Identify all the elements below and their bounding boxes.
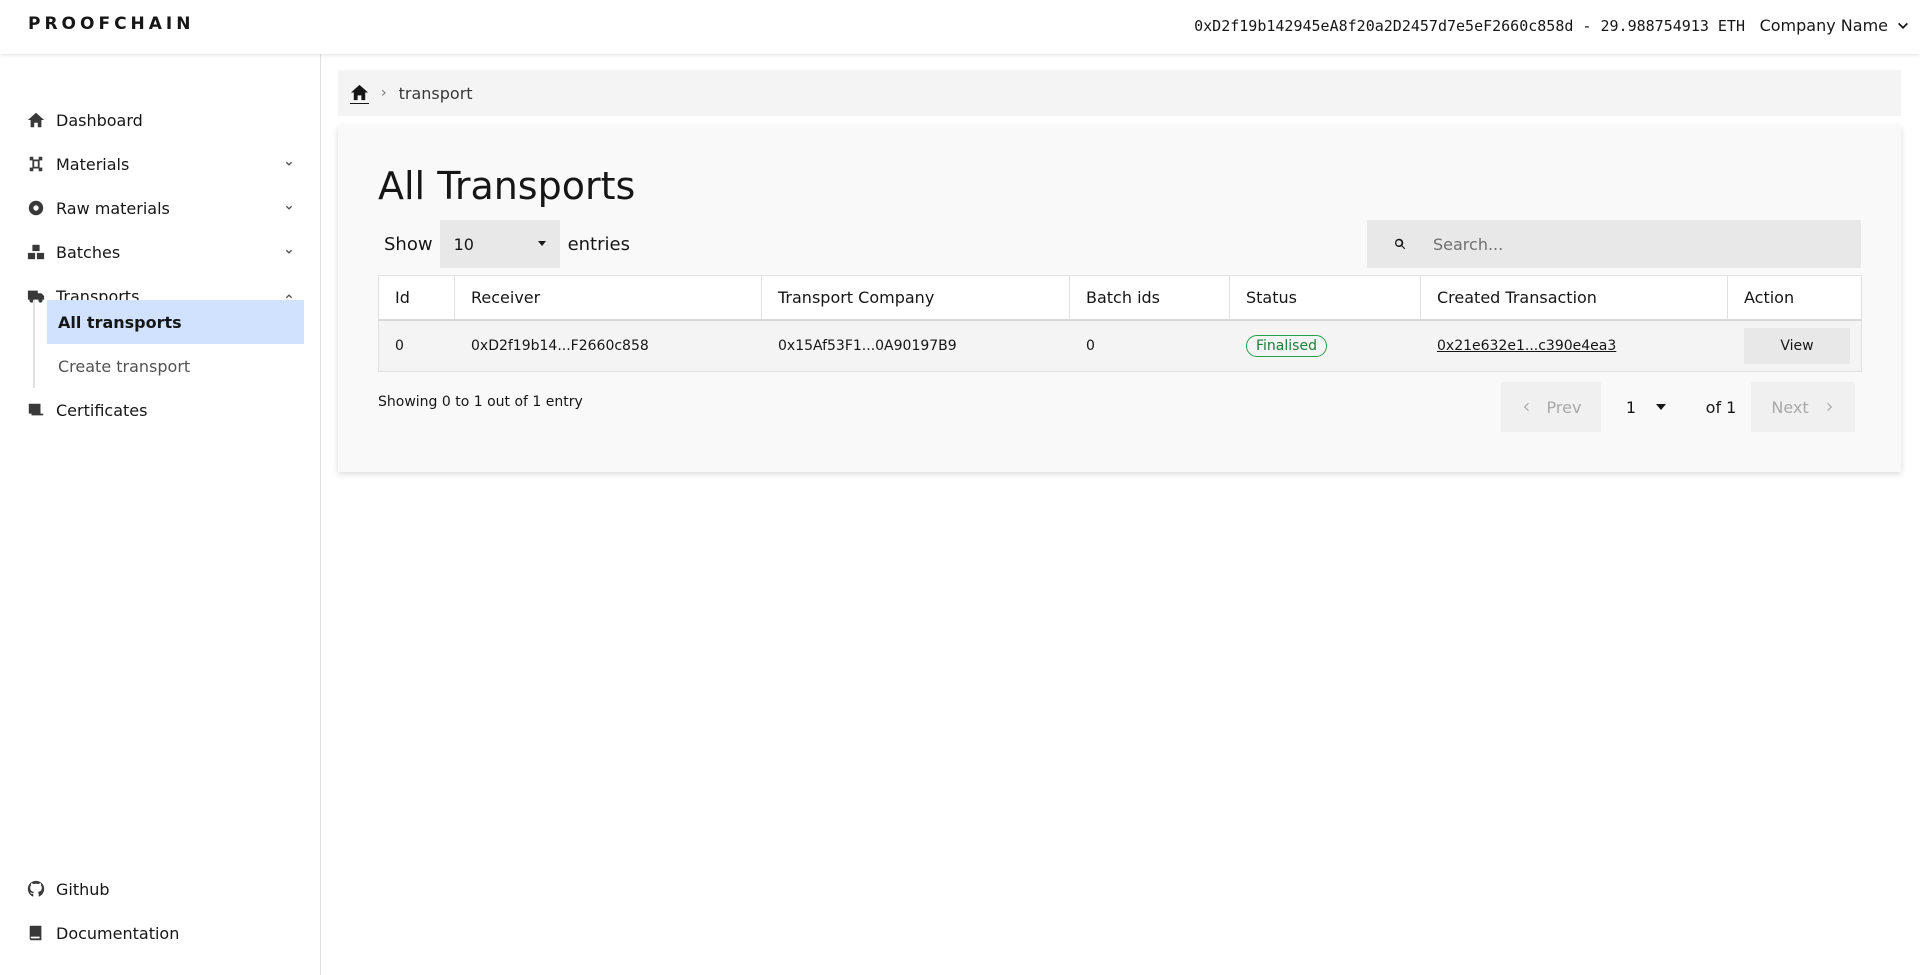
sidebar-item-label: Certificates	[56, 400, 148, 420]
breadcrumb-separator: ›	[381, 85, 387, 101]
caret-down-icon	[1656, 404, 1667, 410]
cell-created-transaction: 0x21e632e1...c390e4ea3	[1421, 321, 1728, 371]
entries-select-value: 10	[453, 234, 474, 254]
page-select-value: 1	[1625, 397, 1637, 417]
search-box	[1367, 220, 1861, 268]
cell-batch-ids: 0	[1086, 338, 1095, 354]
company-name: Company Name	[1759, 16, 1888, 35]
column-header-action: Action	[1744, 288, 1795, 307]
caret-down-icon	[537, 241, 546, 246]
chevron-left-icon	[1523, 402, 1529, 412]
table-summary: Showing 0 to 1 out of 1 entry	[378, 394, 583, 410]
sidebar-item-materials[interactable]: Materials	[26, 145, 296, 183]
sidebar-item-label: Dashboard	[56, 110, 143, 130]
sidebar-subitem-all-transports[interactable]: All transports	[47, 300, 304, 344]
sidebar-item-batches[interactable]: Batches	[26, 233, 296, 271]
submenu-divider	[33, 300, 35, 388]
status-badge: Finalised	[1246, 335, 1327, 357]
table-row: 0 0xD2f19b14...F2660c858 0x15Af53F1...0A…	[379, 321, 1861, 371]
column-header-transport-company[interactable]: Transport Company	[762, 276, 1070, 319]
breadcrumb-home[interactable]	[350, 83, 369, 104]
cell-action: View	[1728, 321, 1861, 371]
show-label: Show	[384, 233, 433, 255]
materials-icon	[26, 154, 46, 174]
github-icon	[26, 879, 46, 899]
prev-page-button[interactable]: Prev	[1501, 382, 1601, 432]
cell-status: Finalised	[1230, 321, 1421, 371]
chevron-down-icon	[285, 205, 293, 210]
next-label: Next	[1771, 397, 1809, 417]
app-logo[interactable]: PROOFCHAIN	[28, 14, 194, 34]
home-icon	[350, 84, 369, 100]
breadcrumb-current: transport	[398, 83, 473, 103]
entries-label: entries	[567, 233, 630, 255]
page-title: All Transports	[378, 164, 636, 208]
search-input[interactable]	[1433, 234, 1833, 254]
sidebar: Dashboard Materials Raw materials Batche…	[0, 54, 321, 975]
cell-id: 0	[395, 338, 404, 354]
raw-materials-icon	[26, 198, 46, 218]
transports-table: Id Receiver Transport Company Batch ids …	[378, 275, 1862, 372]
sidebar-item-dashboard[interactable]: Dashboard	[26, 101, 296, 139]
cell-transport-company: 0x15Af53F1...0A90197B9	[778, 338, 957, 354]
truck-icon	[26, 286, 46, 306]
sidebar-subitem-create-transport[interactable]: Create transport	[47, 344, 304, 388]
prev-label: Prev	[1546, 397, 1582, 417]
github-link[interactable]: Github	[26, 870, 110, 908]
transaction-link[interactable]: 0x21e632e1...c390e4ea3	[1437, 338, 1616, 354]
chevron-down-icon	[285, 161, 293, 166]
view-button[interactable]: View	[1744, 328, 1850, 364]
wallet-balance: 0xD2f19b142945eA8f20a2D2457d7e5eF2660c85…	[1194, 17, 1745, 35]
transports-card: All Transports Show 10 entries Id Receiv…	[338, 126, 1901, 472]
chevron-down-icon	[1898, 22, 1908, 29]
company-menu[interactable]: Company Name	[1760, 16, 1910, 35]
sidebar-item-label: Raw materials	[56, 198, 170, 218]
documentation-link[interactable]: Documentation	[26, 914, 179, 952]
github-label: Github	[56, 879, 110, 899]
entries-select[interactable]: 10	[439, 220, 560, 268]
column-header-created-transaction[interactable]: Created Transaction	[1421, 276, 1728, 319]
home-icon	[26, 110, 46, 130]
pagination: Prev 1 of 1 Next	[1501, 382, 1855, 432]
chevron-down-icon	[285, 249, 293, 254]
batches-icon	[26, 242, 46, 262]
page-total: of 1	[1705, 397, 1737, 417]
page-select[interactable]: 1	[1601, 398, 1691, 417]
search-icon	[1367, 238, 1433, 250]
column-header-id[interactable]: Id	[379, 276, 455, 319]
top-header: PROOFCHAIN 0xD2f19b142945eA8f20a2D2457d7…	[0, 0, 1920, 54]
table-header: Id Receiver Transport Company Batch ids …	[379, 276, 1861, 321]
column-header-receiver[interactable]: Receiver	[455, 276, 762, 319]
column-header-status[interactable]: Status	[1230, 276, 1421, 319]
book-icon	[26, 923, 46, 943]
sidebar-item-certificates[interactable]: Certificates	[26, 391, 296, 429]
entries-control: Show 10 entries	[384, 220, 630, 268]
sidebar-item-raw-materials[interactable]: Raw materials	[26, 189, 296, 227]
chevron-right-icon	[1826, 402, 1832, 412]
certificate-icon	[26, 400, 46, 420]
sidebar-item-label: Batches	[56, 242, 121, 262]
sidebar-item-label: Materials	[56, 154, 130, 174]
cell-receiver: 0xD2f19b14...F2660c858	[471, 338, 649, 354]
breadcrumb: › transport	[338, 70, 1901, 116]
documentation-label: Documentation	[56, 923, 180, 943]
next-page-button[interactable]: Next	[1751, 382, 1855, 432]
column-header-batch-ids[interactable]: Batch ids	[1070, 276, 1230, 319]
